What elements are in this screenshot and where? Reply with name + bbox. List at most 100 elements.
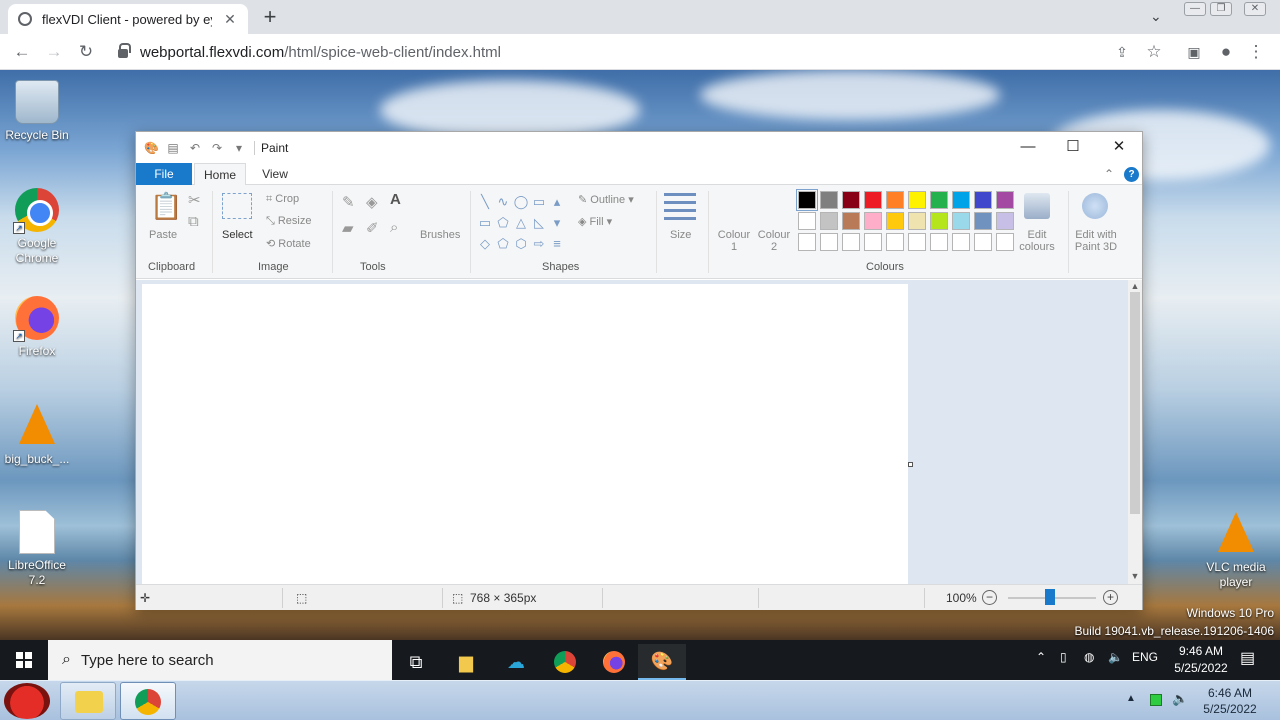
redo-icon[interactable]: ↷ [210,141,224,155]
custom-colour-slot[interactable] [864,233,882,251]
custom-colour-slot[interactable] [820,233,838,251]
crop-button[interactable]: ⌗ Crop [266,193,299,206]
taskbar-firefox-icon[interactable] [590,644,638,680]
copy-icon[interactable]: ⧉ [188,213,199,230]
size-button[interactable]: Size [670,229,691,241]
pencil-icon[interactable]: ✎ [342,193,355,211]
show-hidden-icons-chevron-icon[interactable]: ⌃ [1036,650,1046,664]
host-battery-icon[interactable] [1150,694,1162,706]
start-button[interactable] [0,640,48,680]
tab-file[interactable]: File [136,163,192,185]
profile-avatar-icon[interactable]: ● [1214,40,1238,64]
custom-colour-slot[interactable] [798,233,816,251]
colour-swatch[interactable] [886,191,904,209]
colour-swatch[interactable] [930,212,948,230]
zoom-out-button[interactable]: − [982,590,997,605]
minimize-window-button[interactable]: — [1184,2,1206,16]
colour-swatch[interactable] [996,212,1014,230]
bookmark-star-icon[interactable]: ☆ [1142,40,1166,64]
shapes-gallery[interactable]: ╲ ∿ ◯ ▭ ▴ ▭ ⬠ △ ◺ ▾ ◇ ⬠ ⬡ ⇨ ≡ [476,193,564,253]
paste-button[interactable]: Paste [149,229,177,241]
desktop-icon-firefox[interactable]: ↗ Firefox [0,296,74,359]
colour-swatch[interactable] [952,212,970,230]
address-bar[interactable]: webportal.flexvdi.com/html/spice-web-cli… [108,38,1168,66]
colour-swatch[interactable] [820,191,838,209]
custom-colour-slot[interactable] [886,233,904,251]
desktop-icon-big-buck[interactable]: big_buck_... [0,404,74,467]
colour-swatch[interactable] [842,191,860,209]
colour-swatch[interactable] [996,191,1014,209]
tab-view[interactable]: View [250,163,300,185]
colour-2-button[interactable]: Colour 2 [756,229,792,253]
scroll-thumb[interactable] [1130,292,1140,514]
paint-app-icon[interactable]: 🎨 [144,141,159,155]
colour-swatch[interactable] [930,191,948,209]
tab-search-chevron-icon[interactable]: ⌄ [1150,8,1162,25]
scroll-down-icon[interactable]: ▼ [1128,570,1142,582]
colour-swatch[interactable] [798,212,816,230]
host-file-manager-button[interactable] [60,682,116,720]
taskbar-paint-icon[interactable]: 🎨 [638,644,686,680]
edit-colours-button[interactable]: Edit colours [1016,229,1058,253]
desktop-icon-libreoffice[interactable]: LibreOffice 7.2 [0,510,74,588]
side-panel-icon[interactable]: ▣ [1182,40,1206,64]
restore-window-button[interactable]: ❐ [1210,2,1232,16]
colour-swatch[interactable] [908,212,926,230]
colour-swatch[interactable] [886,212,904,230]
text-icon[interactable]: A [390,191,401,208]
back-button[interactable]: ← [10,40,34,64]
zoom-slider-thumb[interactable] [1045,589,1055,605]
forward-button[interactable]: → [42,40,66,64]
new-tab-button[interactable]: + [258,6,282,28]
cloud-app-icon[interactable]: ☁ [492,644,540,680]
colour-swatch[interactable] [908,191,926,209]
host-chrome-button[interactable] [120,682,176,720]
custom-colour-slot[interactable] [842,233,860,251]
custom-colour-slot[interactable] [974,233,992,251]
colour-swatch[interactable] [842,212,860,230]
network-globe-icon[interactable]: ◍ [1084,650,1094,664]
colour-swatch[interactable] [864,191,882,209]
custom-colour-slot[interactable] [996,233,1014,251]
taskbar-chrome-icon[interactable] [541,644,589,680]
edit-with-paint-3d-button[interactable]: Edit with Paint 3D [1070,229,1122,253]
host-tray-chevron-icon[interactable]: ▲ [1126,693,1136,704]
resize-button[interactable]: ⤡ Resize [266,215,311,228]
task-view-icon[interactable]: ⧉ [392,644,440,680]
brushes-button[interactable]: Brushes [420,229,460,241]
cut-icon[interactable]: ✂ [188,191,201,209]
colour-swatch[interactable] [796,189,818,211]
colour-picker-icon[interactable]: ✐ [366,219,379,237]
device-icon[interactable]: ▯ [1060,650,1067,664]
share-icon[interactable]: ⇪ [1110,40,1134,64]
vertical-scrollbar[interactable]: ▲ ▼ [1128,280,1142,584]
fill-button[interactable]: ◈ Fill ▾ [578,215,612,228]
custom-colour-slot[interactable] [908,233,926,251]
colour-swatch[interactable] [952,191,970,209]
host-volume-icon[interactable]: 🔈 [1172,691,1188,707]
desktop-icon-recycle-bin[interactable]: Recycle Bin [0,80,74,143]
taskbar-clock[interactable]: 9:46 AM 5/25/2022 [1172,643,1230,677]
colour-swatch[interactable] [820,212,838,230]
host-clock[interactable]: 6:46 AM 5/25/2022 [1200,685,1260,717]
desktop-icon-vlc[interactable]: VLC media player [1199,512,1273,590]
close-tab-icon[interactable]: ✕ [222,11,238,28]
colour-swatch[interactable] [864,212,882,230]
volume-icon[interactable]: 🔈 [1108,650,1123,664]
colour-1-button[interactable]: Colour 1 [716,229,752,253]
paint-maximize-button[interactable]: ☐ [1053,136,1093,158]
zoom-in-button[interactable]: + [1103,590,1118,605]
file-explorer-icon[interactable]: ▆ [442,644,490,680]
collapse-ribbon-icon[interactable]: ⌃ [1102,167,1116,181]
save-icon[interactable]: ▤ [166,141,180,155]
notifications-icon[interactable]: ▤ [1240,648,1255,668]
language-indicator[interactable]: ENG [1132,650,1158,664]
tab-home[interactable]: Home [194,163,246,185]
drawing-canvas[interactable] [142,284,908,584]
browser-tab[interactable]: flexVDI Client - powered by ey ✕ [8,4,248,34]
browser-menu-icon[interactable]: ⋮ [1244,40,1268,64]
custom-colour-slot[interactable] [952,233,970,251]
paint-close-button[interactable]: ✕ [1099,136,1139,158]
eraser-icon[interactable]: ▰ [342,219,354,237]
reload-button[interactable]: ↻ [74,40,98,64]
